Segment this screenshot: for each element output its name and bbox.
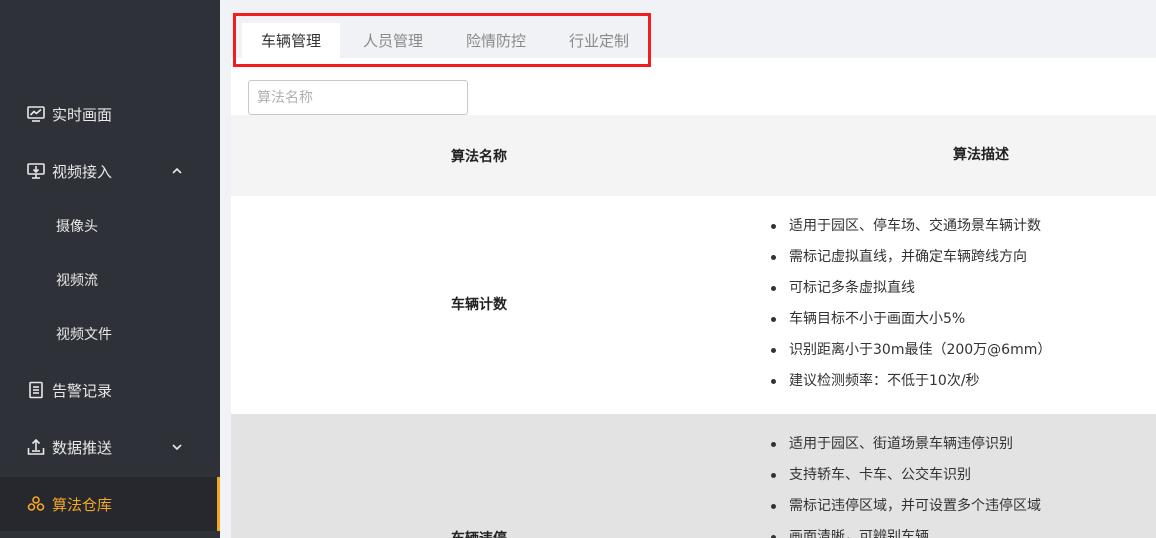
tabs-bar: 车辆管理 人员管理 险情防控 行业定制 — [220, 0, 1156, 58]
description-item: 车辆目标不小于画面大小5% — [771, 304, 1051, 335]
tab-label: 人员管理 — [362, 32, 423, 50]
main-area: 车辆管理 人员管理 险情防控 行业定制 算法名称 算法描述 车辆计数 适用于园区… — [220, 0, 1156, 538]
header-algorithm-description: 算法描述 — [953, 147, 1009, 163]
monitor-chart-icon — [26, 104, 46, 124]
description-item: 适用于园区、街道场景车辆违停识别 — [771, 429, 1041, 460]
table-header: 算法名称 算法描述 — [231, 115, 1156, 196]
description-item: 可标记多条虚拟直线 — [771, 273, 1051, 304]
algorithm-name-cell: 车辆违停 — [451, 528, 507, 538]
sidebar-item-alarm-records[interactable]: 告警记录 — [0, 363, 220, 417]
sidebar-subitem-label: 视频文件 — [56, 327, 112, 343]
description-item: 适用于园区、停车场、交通场景车辆计数 — [771, 211, 1051, 242]
sidebar-subitem-file[interactable]: 视频文件 — [0, 307, 220, 361]
algorithm-name-cell: 车辆计数 — [451, 297, 507, 313]
sidebar-item-label: 实时画面 — [52, 105, 113, 124]
sidebar-item-label: 视频接入 — [52, 162, 113, 181]
algorithm-description-list: 适用于园区、停车场、交通场景车辆计数 需标记虚拟直线，并确定车辆跨线方向 可标记… — [771, 211, 1051, 397]
tab-personnel-management[interactable]: 人员管理 — [344, 23, 442, 58]
chevron-up-icon[interactable] — [170, 164, 184, 178]
sidebar-item-data-push[interactable]: 数据推送 — [0, 420, 220, 474]
tab-industry-custom[interactable]: 行业定制 — [550, 23, 648, 58]
chevron-down-icon[interactable] — [170, 440, 184, 454]
list-document-icon — [26, 380, 46, 400]
search-input[interactable] — [248, 80, 468, 115]
sidebar-item-label: 数据推送 — [52, 438, 113, 457]
video-input-icon — [26, 161, 46, 181]
sidebar-item-label: 算法仓库 — [52, 495, 113, 514]
tab-hazard-control[interactable]: 险情防控 — [447, 23, 545, 58]
upload-tray-icon — [26, 437, 46, 457]
description-item: 支持轿车、卡车、公交车识别 — [771, 460, 1041, 491]
header-algorithm-name: 算法名称 — [451, 149, 507, 165]
sidebar-subitem-camera[interactable]: 摄像头 — [0, 199, 220, 253]
tab-vehicle-management[interactable]: 车辆管理 — [242, 23, 340, 58]
sidebar-item-realtime[interactable]: 实时画面 — [0, 87, 220, 141]
tab-label: 险情防控 — [465, 32, 526, 50]
description-item: 建议检测频率：不低于10次/秒 — [771, 366, 1051, 397]
sidebar-item-label: 告警记录 — [52, 381, 113, 400]
description-item: 识别距离小于30m最佳（200万@6mm） — [771, 335, 1051, 366]
description-item: 画面清晰，可辨别车辆 — [771, 522, 1041, 538]
table-row: 车辆违停 适用于园区、街道场景车辆违停识别 支持轿车、卡车、公交车识别 需标记违… — [231, 414, 1156, 538]
tab-label: 行业定制 — [568, 32, 629, 50]
description-item: 需标记违停区域，并可设置多个违停区域 — [771, 491, 1041, 522]
cube-cluster-icon — [26, 494, 46, 514]
algorithm-description-list: 适用于园区、街道场景车辆违停识别 支持轿车、卡车、公交车识别 需标记违停区域，并… — [771, 429, 1041, 538]
content-panel: 算法名称 算法描述 车辆计数 适用于园区、停车场、交通场景车辆计数 需标记虚拟直… — [231, 58, 1156, 538]
description-item: 需标记虚拟直线，并确定车辆跨线方向 — [771, 242, 1051, 273]
sidebar: 实时画面 视频接入 摄像头 视频流 视频文件 告警记录 数据推送 算法仓库 — [0, 0, 220, 538]
sidebar-item-algorithm-store[interactable]: 算法仓库 — [0, 477, 220, 531]
sidebar-subitem-label: 视频流 — [56, 273, 98, 289]
sidebar-subitem-stream[interactable]: 视频流 — [0, 253, 220, 307]
sidebar-subitem-label: 摄像头 — [56, 219, 98, 235]
sidebar-item-video-input[interactable]: 视频接入 — [0, 144, 220, 198]
table-row: 车辆计数 适用于园区、停车场、交通场景车辆计数 需标记虚拟直线，并确定车辆跨线方… — [231, 196, 1156, 414]
tab-label: 车辆管理 — [260, 32, 321, 50]
